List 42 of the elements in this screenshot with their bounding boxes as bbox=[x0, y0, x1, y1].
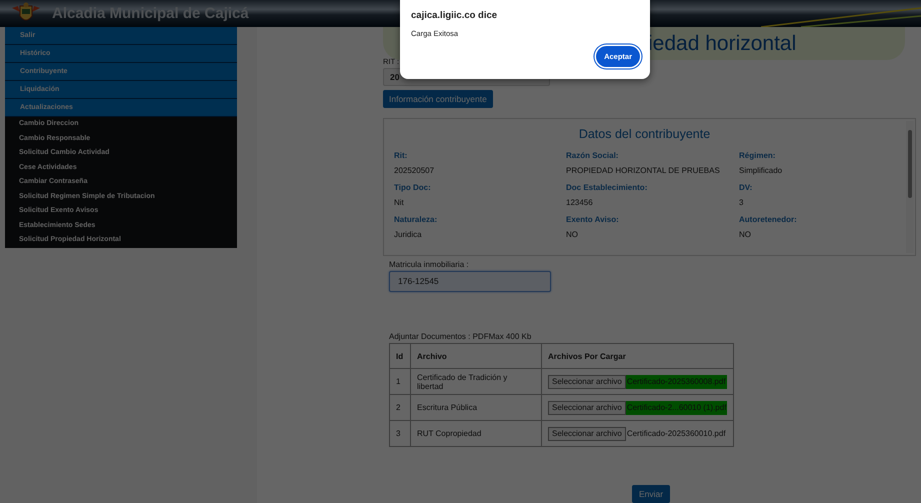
field-label: Tipo Doc: bbox=[394, 183, 431, 192]
field-label: Adjuntar Documentos : PDFMax 400 Kb bbox=[389, 332, 532, 341]
field-label: Rit: bbox=[394, 151, 408, 160]
file-name: Certificado-2...60010 (1).pdf bbox=[626, 400, 728, 414]
field-value: Simplificado bbox=[739, 166, 782, 175]
field-label: Doc Establecimiento: bbox=[566, 183, 648, 192]
field-label: Razón Social: bbox=[566, 151, 618, 160]
file-name: Certificado-2025360008.pdf bbox=[626, 374, 727, 388]
choose-file-button[interactable]: Seleccionar archivo bbox=[548, 400, 626, 414]
table-cell: Certificado de Tradición y libertad bbox=[410, 368, 542, 394]
field-label: Exento Aviso: bbox=[566, 215, 619, 224]
field-label: Autoretenedor: bbox=[739, 215, 797, 224]
file-name: Certificado-2025360010.pdf bbox=[626, 428, 727, 440]
choose-file-button[interactable]: Seleccionar archivo bbox=[548, 374, 626, 388]
table-cell: 3 bbox=[390, 420, 410, 446]
field-label: DV: bbox=[739, 183, 752, 192]
page-title: iedad horizontal bbox=[648, 32, 796, 56]
field-label: Naturaleza: bbox=[394, 215, 438, 224]
choose-file-button[interactable]: Seleccionar archivo bbox=[548, 426, 626, 440]
dialog-title: cajica.ligiic.co dice bbox=[411, 10, 498, 21]
field-value: 3 bbox=[739, 198, 744, 207]
field-label: Matricula inmobiliaria : bbox=[389, 260, 469, 269]
column-header: Archivos Por Cargar bbox=[542, 344, 734, 368]
table-cell: 1 bbox=[390, 368, 410, 394]
field-value: 123456 bbox=[566, 198, 593, 207]
scrollbar[interactable] bbox=[906, 121, 914, 253]
table-cell: Escritura Pública bbox=[410, 394, 542, 420]
info-button[interactable]: Información contribuyente bbox=[383, 90, 493, 108]
card-title: Datos del contribuyente bbox=[578, 127, 710, 141]
table-cell: RUT Copropiedad bbox=[410, 420, 542, 446]
field-value: Juridica bbox=[394, 230, 422, 239]
field-value: 202520507 bbox=[394, 166, 434, 175]
field-value: NO bbox=[739, 230, 751, 239]
field-value: Nit bbox=[394, 198, 404, 207]
submit-button[interactable]: Enviar bbox=[632, 485, 670, 503]
field-value: NO bbox=[566, 230, 578, 239]
field-label: Régimen: bbox=[739, 151, 776, 160]
field-value: PROPIEDAD HORIZONTAL DE PRUEBAS bbox=[566, 166, 720, 175]
table-cell: 2 bbox=[390, 394, 410, 420]
column-header: Archivo bbox=[410, 344, 542, 368]
column-header: Id bbox=[390, 344, 410, 368]
matricula-field[interactable]: 176-12545 bbox=[389, 271, 551, 292]
